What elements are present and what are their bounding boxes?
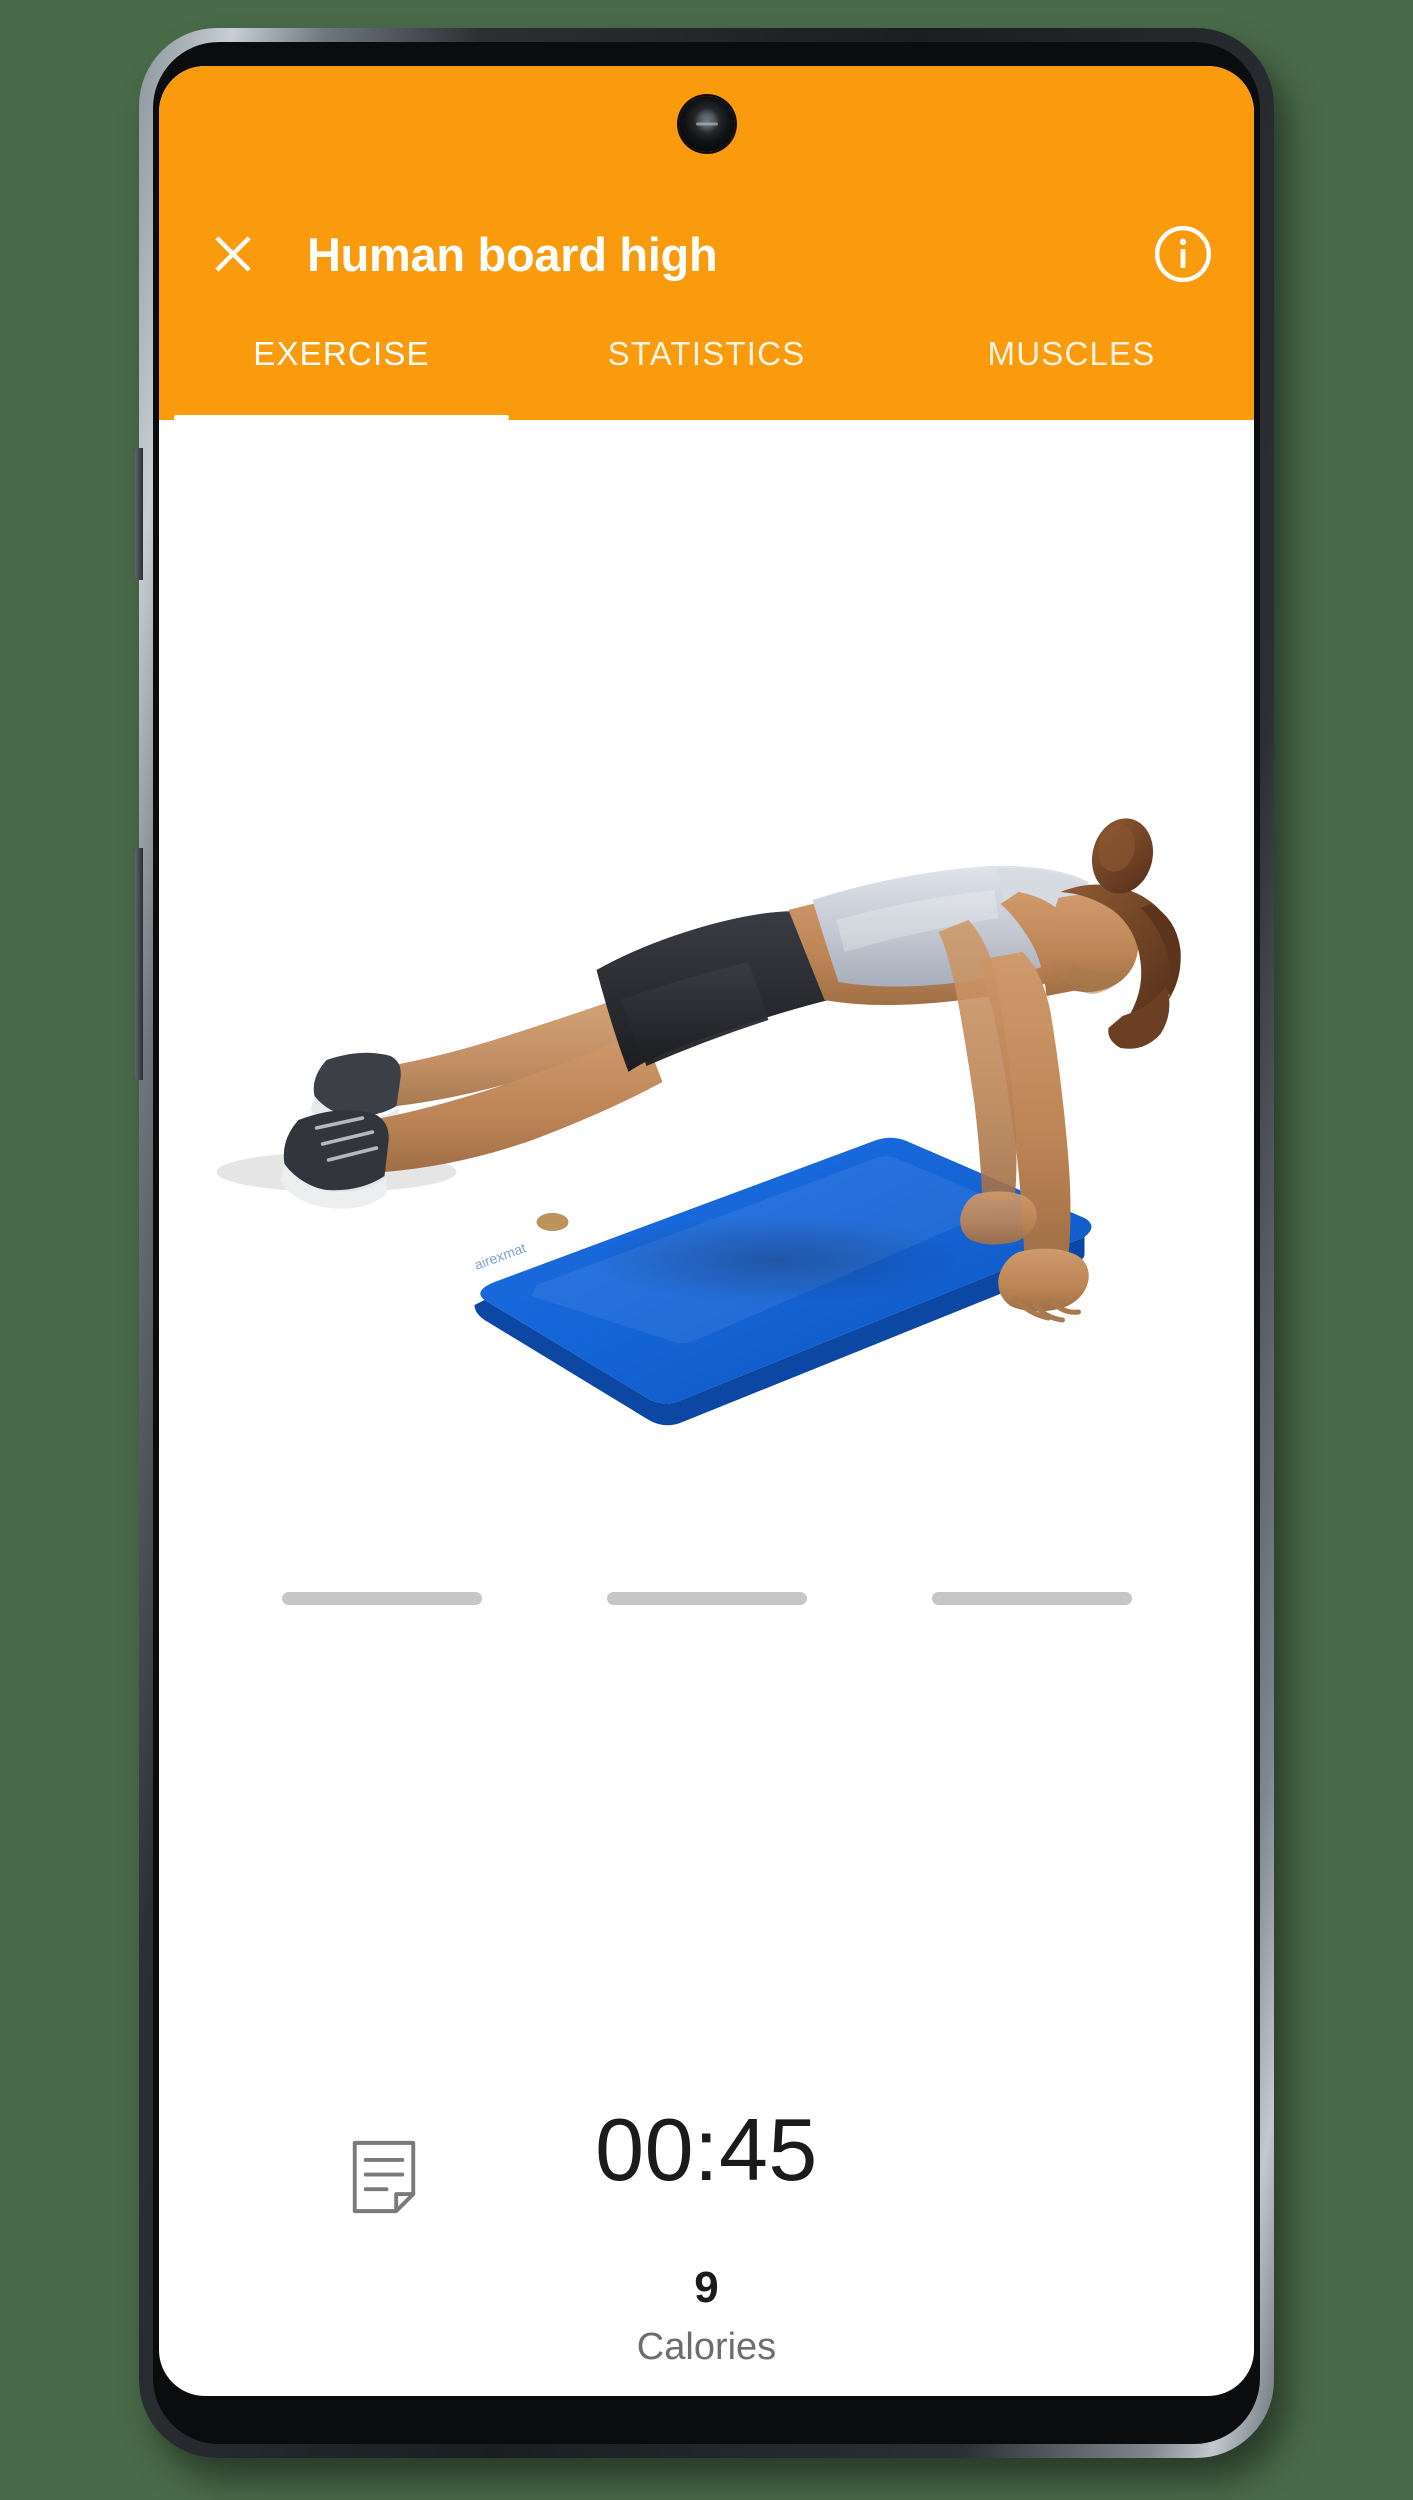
tab-muscles-label: MUSCLES: [987, 335, 1156, 372]
close-icon: [215, 236, 251, 272]
tab-exercise-label: EXERCISE: [253, 335, 430, 372]
hand-back: [960, 1191, 1037, 1245]
close-button[interactable]: [197, 218, 269, 290]
phone-bezel: Human board high EXERCISE STATISTICS MUS…: [153, 42, 1260, 2444]
metrics-block: 00:45 9 Calories: [159, 2080, 1254, 2396]
timer-value[interactable]: 00:45: [159, 2080, 1254, 2210]
front-camera-icon: [678, 96, 735, 152]
svg-text:airexmat: airexmat: [472, 1239, 528, 1272]
note-button[interactable]: [349, 2138, 419, 2216]
tab-bar: EXERCISE STATISTICS MUSCLES: [159, 302, 1254, 420]
hand-front: [998, 1248, 1089, 1323]
nav-pill-home[interactable]: [606, 1591, 807, 1605]
page-title: Human board high: [307, 227, 718, 281]
calories-value: 9: [694, 2263, 719, 2312]
info-circle-icon: [1154, 225, 1212, 283]
nav-pill-recents[interactable]: [931, 1591, 1132, 1605]
tab-exercise[interactable]: EXERCISE: [159, 332, 524, 420]
exercise-content-panel: airexmat 00:45 9 Calories: [159, 420, 1254, 2368]
phone-device-frame: Human board high EXERCISE STATISTICS MUS…: [135, 28, 1274, 2458]
shoe-front: [280, 1110, 389, 1209]
note-document-icon: [352, 2140, 416, 2214]
tab-statistics-label: STATISTICS: [607, 335, 806, 372]
calories-label: Calories: [636, 2326, 777, 2368]
gesture-nav-bar: [159, 1578, 1254, 1618]
info-button[interactable]: [1150, 221, 1216, 287]
volume-button[interactable]: [135, 448, 143, 580]
power-button[interactable]: [135, 848, 143, 1080]
tab-muscles[interactable]: MUSCLES: [889, 332, 1254, 420]
tab-statistics[interactable]: STATISTICS: [524, 332, 889, 420]
high-plank-exercise-figure: airexmat: [159, 500, 1254, 1500]
header-titlebar: Human board high: [159, 206, 1254, 302]
phone-screen: Human board high EXERCISE STATISTICS MUS…: [159, 66, 1254, 2396]
nav-pill-back[interactable]: [281, 1591, 482, 1605]
